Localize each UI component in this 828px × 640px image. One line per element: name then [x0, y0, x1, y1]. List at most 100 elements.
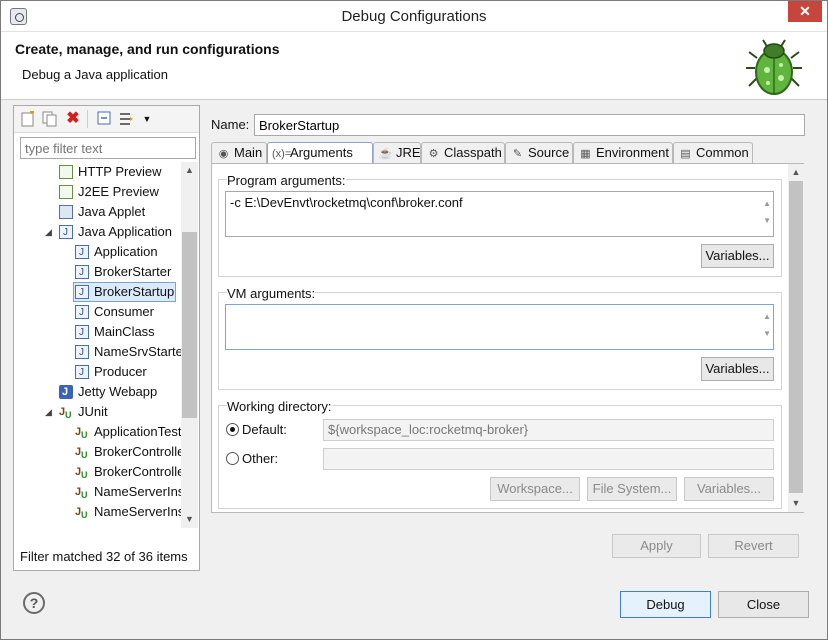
java-config-icon	[75, 284, 89, 302]
tab-environment[interactable]: ▦ Environment	[573, 142, 673, 164]
tree-item[interactable]: NameSrvStarter	[73, 342, 181, 362]
tree-item[interactable]: MainClass	[73, 322, 157, 342]
program-arguments-title: Program arguments:	[227, 173, 346, 188]
close-button[interactable]: Close	[718, 591, 809, 618]
junit-config-icon	[75, 503, 89, 524]
tab-main[interactable]: ◉ Main	[211, 142, 267, 164]
default-radio[interactable]	[226, 423, 239, 436]
tab-label: Source	[528, 145, 570, 160]
filter-icon[interactable]	[118, 111, 134, 127]
other-radio[interactable]	[226, 452, 239, 465]
tree-item[interactable]: Java Applet	[57, 202, 147, 222]
junit-config-icon	[59, 403, 73, 424]
tab-source[interactable]: ✎ Source	[505, 142, 573, 164]
tree-item-label: NameServerInsta	[94, 504, 181, 519]
java-config-icon	[75, 364, 89, 382]
doc-config-icon	[59, 164, 73, 179]
delete-icon[interactable]: ✖	[65, 111, 81, 127]
content-scroll-down-icon[interactable]: ▼	[788, 495, 804, 512]
tree-scroll-up-icon[interactable]: ▲	[181, 162, 198, 179]
bug-icon	[746, 39, 802, 95]
tab-jre[interactable]: ☕ JRE	[373, 142, 421, 164]
dialog-banner: Create, manage, and run configurations D…	[1, 32, 827, 100]
expand-twistie-icon[interactable]: ◢	[45, 403, 55, 421]
tree-item[interactable]: BrokerStartup	[73, 282, 177, 302]
tree-item[interactable]: NameServerInsta	[73, 482, 181, 504]
vm-variables-button[interactable]: Variables...	[701, 357, 774, 381]
debug-button[interactable]: Debug	[620, 591, 711, 618]
tree-item-label: Producer	[94, 364, 147, 379]
tree-item[interactable]: NameServerInsta	[73, 502, 181, 524]
tree-item-label: JUnit	[78, 404, 108, 419]
tab-label: Environment	[596, 145, 669, 160]
tab-label: Classpath	[444, 145, 502, 160]
collapse-all-icon[interactable]	[96, 111, 112, 127]
tab-arguments[interactable]: (x)=Arguments	[267, 142, 373, 165]
configuration-list-panel: ✖ ▼ HTTP Preview J2EE Preview Java Applet ◢…	[13, 105, 200, 571]
file-system-button[interactable]: File System...	[587, 477, 677, 501]
tab-common[interactable]: ▤ Common	[673, 142, 753, 164]
program-arguments-input[interactable]: -c E:\DevEnvt\rocketmq\conf\broker.conf …	[225, 191, 774, 237]
help-icon[interactable]: ?	[23, 592, 45, 614]
duplicate-icon[interactable]	[42, 111, 58, 127]
window-title: Debug Configurations	[341, 8, 487, 25]
tree-item-label: NameServerInsta	[94, 484, 181, 499]
tree-scroll-thumb[interactable]	[182, 232, 197, 418]
environment-tab-icon: ▦	[580, 148, 591, 160]
tree-item[interactable]: BrokerController	[73, 462, 181, 484]
classpath-tab-icon: ⚙	[428, 148, 439, 160]
tree-item[interactable]: Application	[73, 242, 160, 262]
tree-item[interactable]: Jetty Webapp	[57, 382, 159, 402]
apply-button[interactable]: Apply	[612, 534, 701, 558]
tree-item-label: HTTP Preview	[78, 164, 162, 179]
vm-arguments-input[interactable]: ▲ ▼	[225, 304, 774, 350]
tree-item[interactable]: HTTP Preview	[57, 162, 164, 182]
banner-subtitle: Debug a Java application	[22, 67, 168, 82]
vm-arguments-group: VM arguments: ▲ ▼ Variables...	[218, 286, 782, 390]
tree-item[interactable]: Producer	[73, 362, 149, 382]
other-directory-field[interactable]	[323, 448, 774, 470]
program-arguments-group: Program arguments: -c E:\DevEnvt\rocketm…	[218, 173, 782, 277]
content-scroll-thumb[interactable]	[789, 181, 803, 493]
junit-config-icon	[75, 443, 89, 464]
tree-item[interactable]: Consumer	[73, 302, 156, 322]
debug-configurations-dialog: Debug Configurations ✕ Create, manage, a…	[0, 0, 828, 640]
tree-item-label: Consumer	[94, 304, 154, 319]
tree-item[interactable]: J2EE Preview	[57, 182, 161, 202]
revert-button[interactable]: Revert	[708, 534, 799, 558]
arguments-tab-icon: (x)=	[272, 148, 292, 160]
working-dir-variables-button[interactable]: Variables...	[684, 477, 774, 501]
close-window-button[interactable]: ✕	[788, 1, 822, 22]
tab-label: JRE	[396, 145, 421, 160]
tree-item[interactable]: BrokerStarter	[73, 262, 173, 282]
filter-text-input[interactable]	[20, 137, 196, 159]
tree-item-label: MainClass	[94, 324, 155, 339]
expand-twistie-icon[interactable]: ◢	[45, 223, 55, 241]
applet-config-icon	[59, 204, 73, 219]
filter-status: Filter matched 32 of 36 items	[20, 549, 188, 564]
tree-scrollbar[interactable]: ▲ ▼	[181, 162, 198, 528]
view-menu-icon[interactable]: ▼	[139, 111, 155, 127]
program-variables-button[interactable]: Variables...	[701, 244, 774, 268]
junit-config-icon	[75, 423, 89, 444]
config-name-input[interactable]	[254, 114, 805, 136]
content-scroll-up-icon[interactable]: ▲	[788, 164, 804, 181]
tree-item-label: BrokerStarter	[94, 264, 172, 279]
tree-item-label: Java Application	[78, 224, 172, 239]
tree-item[interactable]: BrokerController	[73, 442, 181, 464]
tree-item-label: J2EE Preview	[78, 184, 159, 199]
workspace-button[interactable]: Workspace...	[490, 477, 580, 501]
tree-item[interactable]: ◢ Java Application	[43, 222, 174, 242]
title-bar: Debug Configurations ✕	[1, 1, 827, 32]
content-scrollbar[interactable]: ▲ ▼	[788, 164, 804, 512]
junit-config-icon	[75, 483, 89, 504]
java-config-icon	[75, 244, 89, 262]
tree-scroll-down-icon[interactable]: ▼	[181, 511, 198, 528]
tab-classpath[interactable]: ⚙ Classpath	[421, 142, 505, 164]
tab-label: Main	[234, 145, 263, 160]
tree-item[interactable]: ◢ JUnit	[43, 402, 110, 424]
default-label: Default:	[242, 422, 287, 437]
tree-item[interactable]: ApplicationTests	[73, 422, 181, 444]
tab-label: Arguments	[290, 145, 353, 160]
new-config-icon[interactable]	[20, 110, 36, 127]
